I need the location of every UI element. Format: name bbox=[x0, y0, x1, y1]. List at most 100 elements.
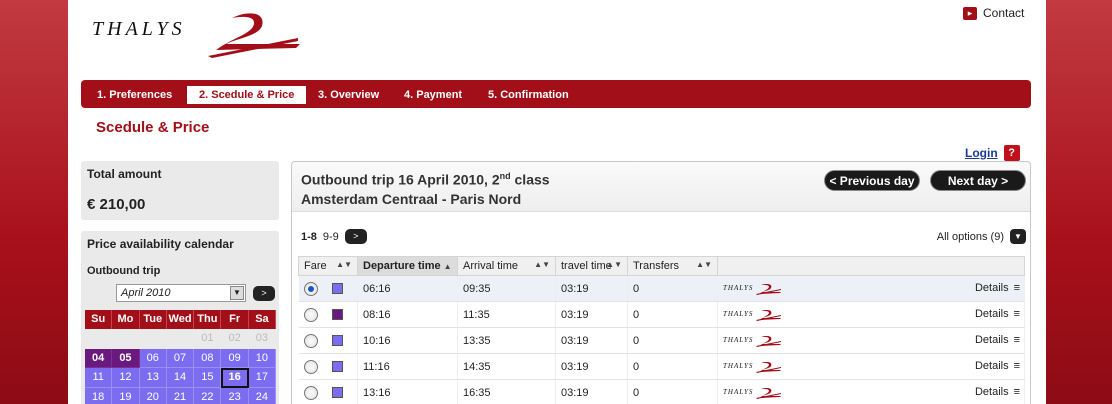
calendar-day[interactable]: 12 bbox=[112, 368, 140, 388]
fare-radio[interactable] bbox=[303, 359, 318, 374]
pager-current: 1-8 bbox=[301, 230, 317, 243]
progress-steps: 1. Preferences 2. Scedule & Price 3. Ove… bbox=[81, 80, 1031, 108]
operator-cell: THALYS Details ≡ bbox=[717, 301, 1025, 328]
results-pager: 1-8 9-9 > bbox=[301, 229, 367, 244]
calendar-day[interactable]: 14 bbox=[166, 368, 195, 388]
departure-cell: 08:16 bbox=[357, 301, 458, 328]
arrow-right-icon: ▸ bbox=[963, 6, 977, 20]
pager-page-2[interactable]: 9-9 bbox=[323, 231, 339, 243]
calendar-day[interactable]: 15 bbox=[194, 368, 222, 388]
table-row[interactable]: 13:16 16:35 03:19 0 THALYS Details ≡ bbox=[298, 379, 1025, 404]
mini-logo-text: THALYS bbox=[723, 388, 754, 397]
step-preferences[interactable]: 1. Preferences bbox=[85, 86, 184, 104]
calendar-weekday: Wed bbox=[166, 310, 195, 330]
fare-color-swatch bbox=[331, 309, 343, 320]
expand-icon: ≡ bbox=[1013, 282, 1021, 295]
transfers-cell: 0 bbox=[627, 353, 718, 380]
arrival-cell: 16:35 bbox=[457, 379, 556, 404]
details-link[interactable]: Details ≡ bbox=[975, 334, 1021, 347]
step-payment[interactable]: 4. Payment bbox=[392, 86, 474, 104]
details-label: Details bbox=[974, 386, 1009, 399]
fare-radio[interactable] bbox=[303, 333, 318, 348]
step-confirmation[interactable]: 5. Confirmation bbox=[476, 86, 581, 104]
operator-cell: THALYS Details ≡ bbox=[717, 275, 1025, 302]
calendar-day[interactable]: 18 bbox=[85, 387, 113, 404]
contact-link[interactable]: ▸ Contact bbox=[963, 6, 1024, 20]
departure-cell: 10:16 bbox=[357, 327, 458, 354]
calendar-weekday: Fr bbox=[221, 310, 249, 330]
expand-icon: ≡ bbox=[1013, 334, 1021, 347]
trip-title-tail: class bbox=[510, 171, 550, 188]
table-row[interactable]: 10:16 13:35 03:19 0 THALYS Details ≡ bbox=[298, 327, 1025, 354]
next-month-button[interactable]: > bbox=[253, 286, 275, 301]
next-day-button[interactable]: Next day > bbox=[930, 170, 1026, 191]
calendar-day[interactable]: 06 bbox=[139, 348, 167, 369]
arrival-cell: 11:35 bbox=[457, 301, 556, 328]
arrival-cell: 09:35 bbox=[457, 275, 556, 302]
details-link[interactable]: Details ≡ bbox=[974, 386, 1020, 399]
logo-swoosh-icon bbox=[756, 283, 782, 295]
column-label: Fare bbox=[304, 260, 327, 272]
mini-logo-text: THALYS bbox=[723, 336, 754, 345]
step-schedule-price[interactable]: 2. Scedule & Price bbox=[187, 86, 307, 104]
step-overview[interactable]: 3. Overview bbox=[306, 86, 391, 104]
fare-color-swatch bbox=[331, 335, 343, 346]
total-amount-box: Total amount € 210,00 bbox=[81, 161, 279, 220]
fare-radio[interactable] bbox=[303, 385, 318, 400]
trip-title-sup: nd bbox=[499, 171, 511, 181]
table-row[interactable]: 11:16 14:35 03:19 0 THALYS Details ≡ bbox=[298, 353, 1025, 380]
calendar-day[interactable]: 20 bbox=[139, 387, 167, 404]
details-link[interactable]: Details ≡ bbox=[975, 282, 1021, 295]
results-table: Fare ▲▼ Departure time ▲ Arrival time ▲▼ tr… bbox=[298, 256, 1025, 404]
calendar-day: 01 bbox=[194, 329, 222, 349]
column-header-arrival[interactable]: Arrival time ▲▼ bbox=[457, 256, 556, 276]
column-header-transfers[interactable]: Transfers ▲▼ bbox=[627, 256, 718, 276]
calendar-day[interactable]: 19 bbox=[112, 387, 140, 404]
thalys-logo[interactable]: THALYS bbox=[92, 8, 312, 68]
previous-day-button[interactable]: < Previous day bbox=[824, 170, 920, 191]
fare-cell bbox=[298, 353, 358, 380]
column-label: Transfers bbox=[633, 260, 680, 272]
trip-results-panel: Outbound trip 16 April 2010, 2nd class A… bbox=[291, 161, 1031, 404]
all-options-toggle[interactable]: All options (9) ▼ bbox=[937, 229, 1026, 244]
operator-cell: THALYS Details ≡ bbox=[717, 379, 1025, 404]
chevron-down-icon: ▼ bbox=[1010, 229, 1026, 244]
fare-radio[interactable] bbox=[303, 307, 318, 322]
calendar-weekday: Su bbox=[85, 310, 113, 330]
calendar-weekday: Tue bbox=[139, 310, 167, 330]
calendar-day[interactable]: 09 bbox=[221, 348, 249, 369]
pager-next-button[interactable]: > bbox=[344, 229, 367, 244]
thalys-mini-logo: THALYS bbox=[723, 309, 783, 321]
column-header-fare[interactable]: Fare ▲▼ bbox=[298, 256, 358, 276]
departure-cell: 13:16 bbox=[357, 379, 458, 404]
details-link[interactable]: Details ≡ bbox=[975, 360, 1020, 372]
calendar-day[interactable]: 22 bbox=[194, 387, 222, 404]
fare-radio[interactable] bbox=[303, 281, 318, 296]
trip-title: Outbound trip 16 April 2010, 2nd class bbox=[301, 171, 550, 188]
table-row[interactable]: 06:16 09:35 03:19 0 THALYS Details ≡ bbox=[298, 275, 1025, 302]
login-link[interactable]: Login bbox=[965, 146, 998, 160]
calendar-day-selected[interactable]: 16 bbox=[221, 368, 249, 388]
column-header-travel-time[interactable]: travel time ▲▼ bbox=[555, 256, 628, 276]
calendar-day: 03 bbox=[248, 329, 277, 349]
calendar-weekday: Sa bbox=[248, 310, 277, 330]
calendar-day[interactable]: 17 bbox=[248, 368, 277, 388]
calendar-day[interactable]: 08 bbox=[194, 348, 222, 369]
calendar-day[interactable]: 21 bbox=[166, 387, 195, 404]
logo-swoosh-icon bbox=[756, 387, 782, 399]
sort-icon: ▲▼ bbox=[534, 260, 550, 269]
logo-swoosh-icon bbox=[208, 13, 300, 58]
table-row[interactable]: 08:16 11:35 03:19 0 THALYS Details ≡ bbox=[298, 301, 1025, 328]
calendar-day[interactable]: 24 bbox=[248, 387, 277, 404]
help-icon[interactable]: ? bbox=[1003, 145, 1020, 161]
column-header-departure[interactable]: Departure time ▲ bbox=[357, 256, 458, 276]
operator-cell: THALYS Details ≡ bbox=[717, 327, 1025, 354]
calendar-day[interactable]: 10 bbox=[248, 348, 277, 369]
calendar-day[interactable]: 11 bbox=[85, 368, 113, 388]
calendar-day[interactable]: 23 bbox=[221, 387, 249, 404]
calendar-day[interactable]: 13 bbox=[139, 368, 167, 388]
details-link[interactable]: Details ≡ bbox=[975, 308, 1020, 320]
calendar-day[interactable]: 07 bbox=[166, 348, 195, 369]
thalys-mini-logo: THALYS bbox=[723, 361, 783, 373]
month-select[interactable]: April 2010 ▼ bbox=[116, 284, 246, 302]
